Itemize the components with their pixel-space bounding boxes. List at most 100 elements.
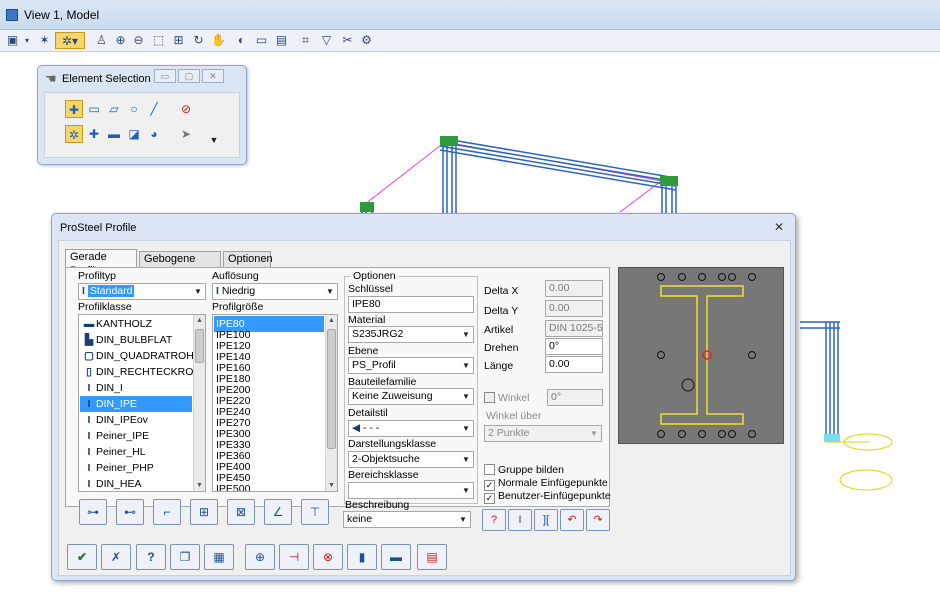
clear-selection-icon[interactable]: ⊘ xyxy=(177,100,195,118)
insert-center-icon[interactable]: ⊶ xyxy=(79,499,107,525)
artikel-field[interactable]: DIN 1025-5 xyxy=(545,320,603,337)
new-mode-icon[interactable]: ✲ xyxy=(65,125,83,143)
insert-multi-icon[interactable]: ⊠ xyxy=(227,499,255,525)
list-item[interactable]: IPE500 xyxy=(214,481,324,491)
benutzer-einfuegepunkte-checkbox[interactable]: ✓ Benutzer-Einfügepunkte xyxy=(484,490,611,504)
restore-button[interactable]: ▢ xyxy=(178,69,200,83)
view-next-icon[interactable]: ▭ xyxy=(253,32,270,49)
laenge-field[interactable]: 0.00 xyxy=(545,356,603,373)
tab-gebogene-profile[interactable]: Gebogene Profile xyxy=(139,251,221,279)
invert-mode-icon[interactable]: ◪ xyxy=(125,125,143,143)
drehen-field[interactable]: 0° xyxy=(545,338,603,355)
winkel-ueber-combo[interactable]: 2 Punkte ▼ xyxy=(484,425,602,442)
add-mode-icon[interactable]: ✚ xyxy=(85,125,103,143)
winkel-field[interactable]: 0° xyxy=(547,389,603,406)
tab-optionen[interactable]: Optionen xyxy=(223,251,273,267)
list-item[interactable]: I DIN_IPEov xyxy=(80,412,192,428)
list-item[interactable]: ▬ KANTHOLZ xyxy=(80,316,192,332)
list-item[interactable]: I Peiner_PHP xyxy=(80,460,192,476)
insert-web-icon[interactable]: ⊞ xyxy=(190,499,218,525)
properties-icon[interactable]: ▦ xyxy=(204,544,234,570)
update-view-icon[interactable]: ♙ xyxy=(93,32,110,49)
close-button[interactable]: ✕ xyxy=(202,69,224,83)
mirror-icon[interactable]: ][ xyxy=(534,509,558,531)
tab-gerade-profile[interactable]: Gerade Profile xyxy=(65,249,137,277)
insert-flange-icon[interactable]: ⊷ xyxy=(116,499,144,525)
circle-select-icon[interactable]: ○ xyxy=(125,100,143,118)
add-profile-icon[interactable]: ⊕ xyxy=(245,544,275,570)
individual-select-icon[interactable]: ✚ xyxy=(65,100,83,118)
winkel-checkbox[interactable]: Winkel xyxy=(484,392,530,404)
list-item[interactable]: ▯ DIN_RECHTECKROHR xyxy=(80,364,205,380)
cancel-icon[interactable]: ✗ xyxy=(101,544,131,570)
fit-view-icon[interactable]: ⊞ xyxy=(170,32,187,49)
rotate-left-icon[interactable]: ↶ xyxy=(560,509,584,531)
insert-axis-icon[interactable]: ⊤ xyxy=(301,499,329,525)
view-display-icon[interactable]: ✶ xyxy=(36,32,53,49)
profilklasse-list[interactable]: ▬ KANTHOLZ ▙ DIN_BULBFLAT ▢ DIN_QUADRATROHR… xyxy=(78,314,206,492)
scroll-thumb[interactable] xyxy=(195,329,204,363)
material-combo[interactable]: S235JRG2 ▼ xyxy=(348,326,474,343)
profilgroesse-scrollbar[interactable]: ▲ ▼ xyxy=(325,315,337,491)
list-item[interactable]: ▙ DIN_BULBFLAT xyxy=(80,332,192,348)
cut-icon[interactable]: ⊗ xyxy=(313,544,343,570)
profiltyp-combo[interactable]: I Standard ▼ xyxy=(78,283,206,300)
subtract-mode-icon[interactable]: ▬ xyxy=(105,125,123,143)
help-profile-icon[interactable]: ? xyxy=(482,509,506,531)
insert-angle-icon[interactable]: ∠ xyxy=(264,499,292,525)
profilklasse-scrollbar[interactable]: ▲ ▼ xyxy=(193,315,205,491)
view-previous-icon[interactable]: ◐ xyxy=(233,32,250,49)
bauteilefamilie-combo[interactable]: Keine Zuweisung ▼ xyxy=(348,388,474,405)
dropdown-icon[interactable]: ▾ xyxy=(22,32,32,49)
darstellungsklasse-combo[interactable]: 2-Objektsuche ▼ xyxy=(348,451,474,468)
report-icon[interactable]: ▤ xyxy=(417,544,447,570)
view-toggles-icon[interactable]: ⚙ xyxy=(358,32,375,49)
shape-select-icon[interactable]: ▱ xyxy=(105,100,123,118)
list-item[interactable]: I Peiner_IPE xyxy=(80,428,192,444)
normale-einfuegepunkte-checkbox[interactable]: ✓ Normale Einfügepunkte xyxy=(484,477,608,491)
clip-volume-icon[interactable]: ▽ xyxy=(318,32,335,49)
close-icon[interactable]: ✕ xyxy=(771,219,787,235)
scroll-thumb[interactable] xyxy=(327,329,336,449)
ok-check-icon[interactable]: ✔ xyxy=(67,544,97,570)
global-mode-icon[interactable]: ◕ xyxy=(145,125,163,143)
profile-view-icon[interactable]: I xyxy=(508,509,532,531)
profilgroesse-list[interactable]: IPE80 IPE100 IPE120 IPE140 IPE160 IPE180… xyxy=(212,314,338,492)
pointer-icon[interactable]: ➤ xyxy=(177,125,195,143)
schluessel-field[interactable]: IPE80 xyxy=(348,296,474,313)
help-icon[interactable]: ? xyxy=(136,544,166,570)
detailstil-combo[interactable]: ◀ - - - ▼ xyxy=(348,420,474,437)
copy-view-icon[interactable]: ▤ xyxy=(273,32,290,49)
bereichsklasse-combo[interactable]: ▼ xyxy=(348,482,474,499)
gruppe-bilden-checkbox[interactable]: Gruppe bilden xyxy=(484,464,564,476)
element-selection-icon[interactable]: ✲▾ xyxy=(55,32,85,49)
scroll-down-icon[interactable]: ▼ xyxy=(194,480,205,491)
column-icon[interactable]: ▬ xyxy=(381,544,411,570)
clip-mask-icon[interactable]: ✂ xyxy=(339,32,356,49)
zoom-in-icon[interactable]: ⊕ xyxy=(112,32,129,49)
insert-corner-icon[interactable]: ⌐ xyxy=(153,499,181,525)
minimize-button[interactable]: ▭ xyxy=(154,69,176,83)
rotate-right-icon[interactable]: ↷ xyxy=(586,509,610,531)
list-item[interactable]: I DIN_I xyxy=(80,380,192,396)
list-item-selected[interactable]: I DIN_IPE xyxy=(80,396,192,412)
block-select-icon[interactable]: ▭ xyxy=(85,100,103,118)
beam-icon[interactable]: ▮ xyxy=(347,544,377,570)
window-area-icon[interactable]: ⬚ xyxy=(150,32,167,49)
view-attributes-icon[interactable]: ▣ xyxy=(4,32,21,49)
ebene-combo[interactable]: PS_Profil ▼ xyxy=(348,357,474,374)
zoom-out-icon[interactable]: ⊖ xyxy=(130,32,147,49)
expand-icon[interactable]: ▼ xyxy=(205,131,223,149)
list-item[interactable]: I DIN_HEA xyxy=(80,476,192,491)
beschreibung-combo[interactable]: keine ▼ xyxy=(343,511,471,528)
rotate-view-icon[interactable]: ↻ xyxy=(190,32,207,49)
delta-y-field[interactable]: 0.00 xyxy=(545,300,603,317)
split-icon[interactable]: ⊣ xyxy=(279,544,309,570)
list-item[interactable]: I Peiner_HL xyxy=(80,444,192,460)
line-select-icon[interactable]: ╱ xyxy=(145,100,163,118)
camera-icon[interactable]: ⌗ xyxy=(297,32,314,49)
list-item[interactable]: ▢ DIN_QUADRATROHR xyxy=(80,348,201,364)
copy-doc-icon[interactable]: ❐ xyxy=(170,544,200,570)
scroll-up-icon[interactable]: ▲ xyxy=(194,315,205,326)
scroll-up-icon[interactable]: ▲ xyxy=(326,315,337,326)
